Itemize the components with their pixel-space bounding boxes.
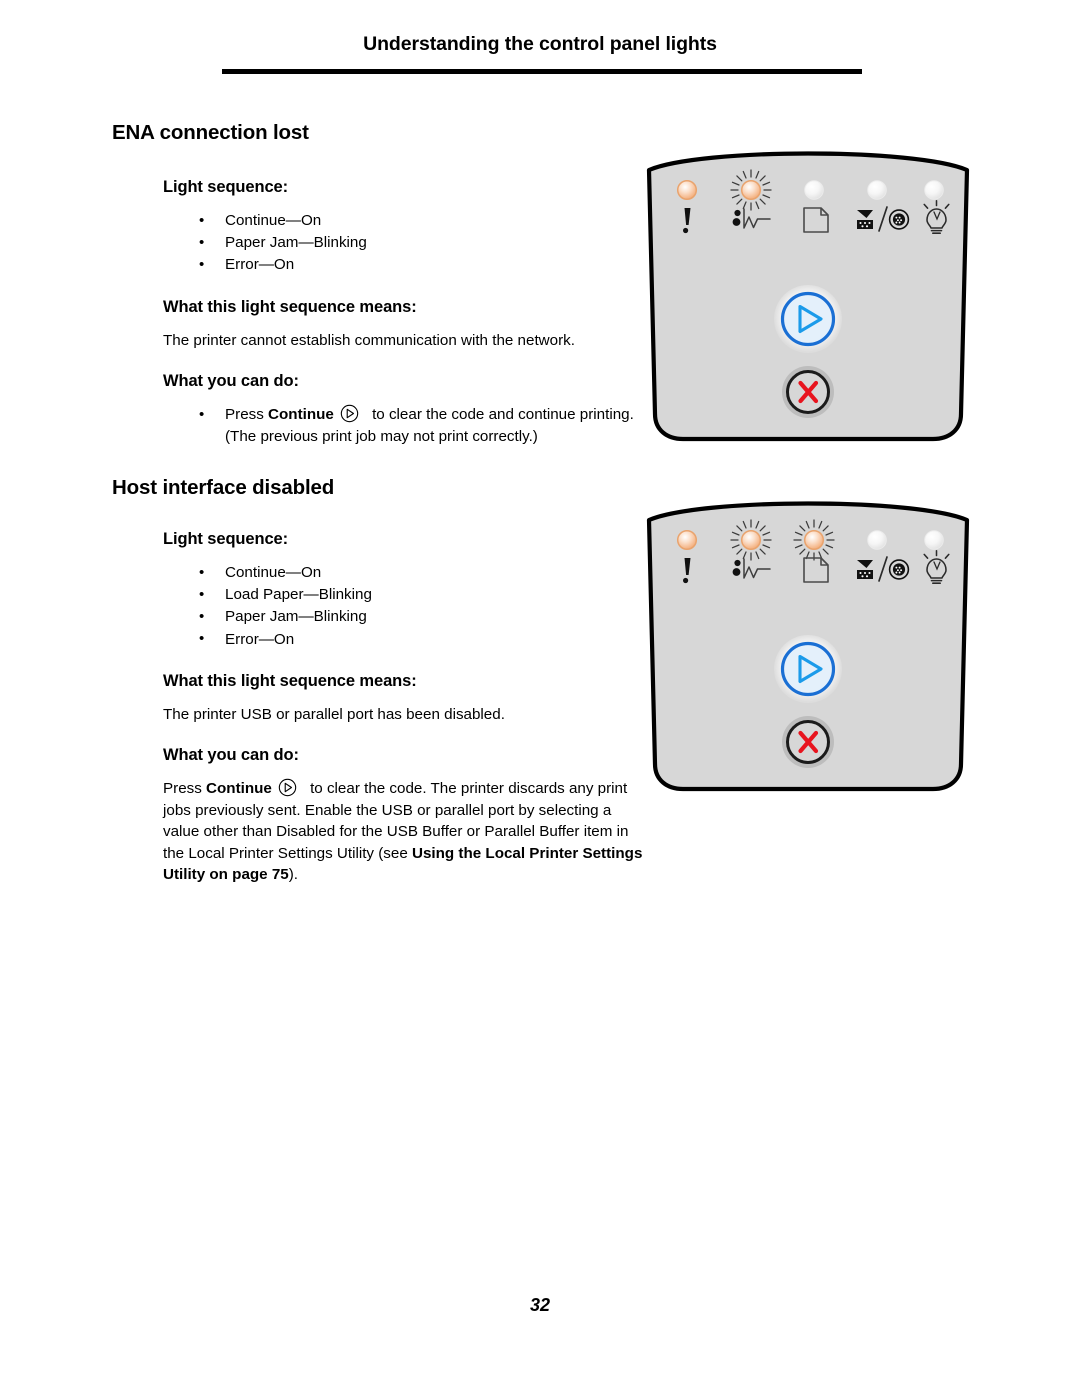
continue-label: Continue [268,406,334,424]
led-toner [867,530,887,550]
section-title-host-interface-disabled: Host interface disabled [112,476,335,499]
action-heading: What you can do: [163,746,299,765]
section-body-host-interface-disabled: Light sequence: Continue—On Load Paper—B… [163,530,643,886]
section-body-ena-connection-lost: Light sequence: Continue—On Paper Jam—Bl… [163,178,643,448]
page-header-title: Understanding the control panel lights [363,33,717,55]
list-item: Error—On [163,254,643,276]
light-sequence-heading: Light sequence: [163,530,289,548]
action-prefix: Press [163,780,207,798]
light-sequence-heading: Light sequence: [163,178,289,196]
list-item: Paper Jam—Blinking [163,232,643,254]
page-header: Understanding the control panel lights [0,33,1080,56]
led-paper-jam [730,519,772,561]
led-toner [867,180,887,200]
means-text: The printer USB or parallel port has bee… [163,705,505,723]
means-text: The printer cannot establish communicati… [163,331,575,349]
action-heading: What you can do: [163,372,299,391]
continue-label: Continue [206,780,272,798]
action-list: Press Continue to clear the code and con… [163,404,643,448]
page-number: 32 [529,1295,551,1315]
list-item: Press Continue to clear the code and con… [163,404,643,448]
list-item: Continue—On [163,561,643,584]
cancel-button[interactable] [782,366,834,418]
continue-icon [278,778,297,797]
means-heading: What this light sequence means: [163,671,417,690]
action-paragraph: Press Continue to clear the code. The pr… [163,778,643,886]
led-error [676,529,698,551]
led-ready [924,180,944,200]
list-item: Error—On [163,628,643,651]
light-sequence-list: Continue—On Load Paper—Blinking Paper Ja… [163,561,643,651]
control-panel-illustration-1 [641,142,975,447]
led-paper-jam [730,169,772,211]
led-load-paper [793,519,835,561]
led-ready [924,530,944,550]
control-panel-illustration-2 [641,492,975,797]
led-error [676,179,698,201]
led-load-paper [804,180,824,200]
action-prefix: Press [225,406,269,424]
section-title-ena-connection-lost: ENA connection lost [112,121,309,144]
list-item: Continue—On [163,209,643,232]
continue-button[interactable] [774,285,842,353]
light-sequence-list: Continue—On Paper Jam—Blinking Error—On [163,209,643,277]
action-tail: ). [288,866,299,884]
continue-icon [340,404,359,423]
list-item: Load Paper—Blinking [163,584,643,606]
header-rule [222,69,862,74]
list-item: Paper Jam—Blinking [163,606,643,628]
continue-button[interactable] [774,635,842,703]
cancel-button[interactable] [782,716,834,768]
means-heading: What this light sequence means: [163,297,417,316]
